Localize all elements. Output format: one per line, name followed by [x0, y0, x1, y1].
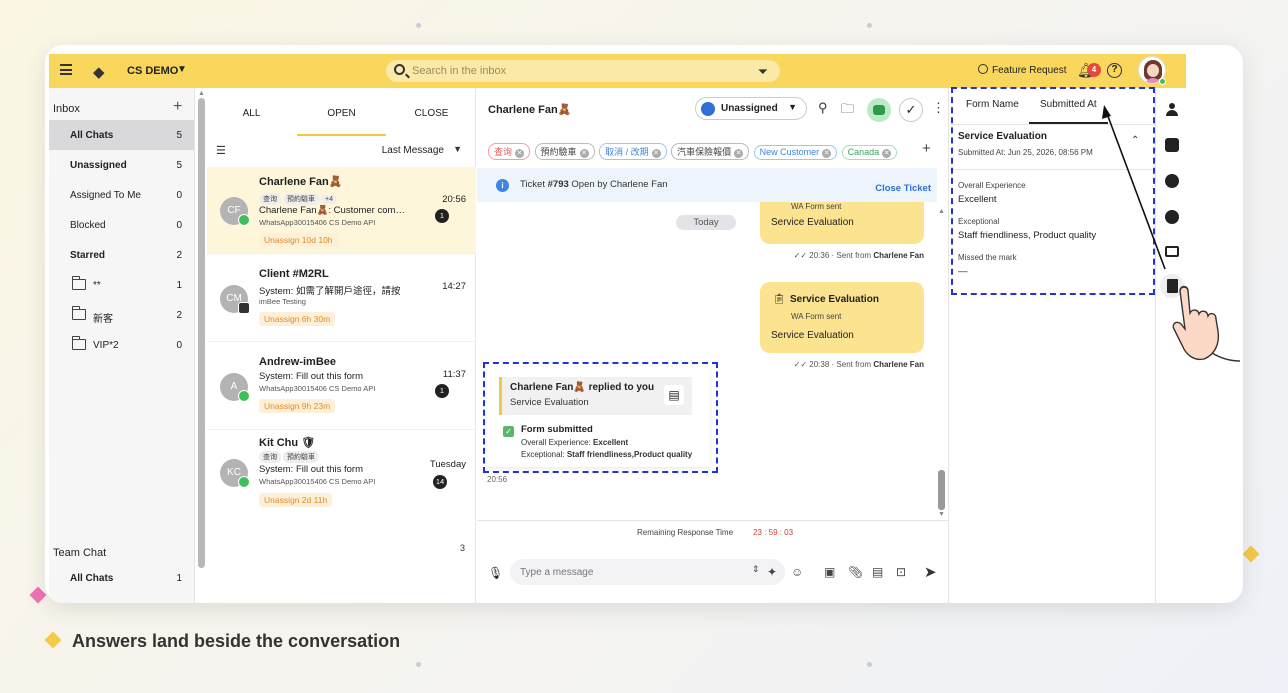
- decor-dot: [416, 23, 421, 28]
- app-window-frame: ◆ CS DEMO ▼ ⏷ Feature Request 🔔︎ 4 ? Inb…: [45, 45, 1243, 603]
- decor-diamond-pink: [29, 586, 47, 604]
- decor-dot: [867, 662, 872, 667]
- annotation-arrow: [1102, 105, 1166, 270]
- decor-diamond-yellow: [1242, 545, 1260, 563]
- caption-text: Answers land beside the conversation: [72, 631, 401, 651]
- decor-dot: [416, 662, 421, 667]
- decor-dot: [867, 23, 872, 28]
- pointing-hand-icon: [1172, 285, 1241, 362]
- caption-diamond: [44, 631, 62, 649]
